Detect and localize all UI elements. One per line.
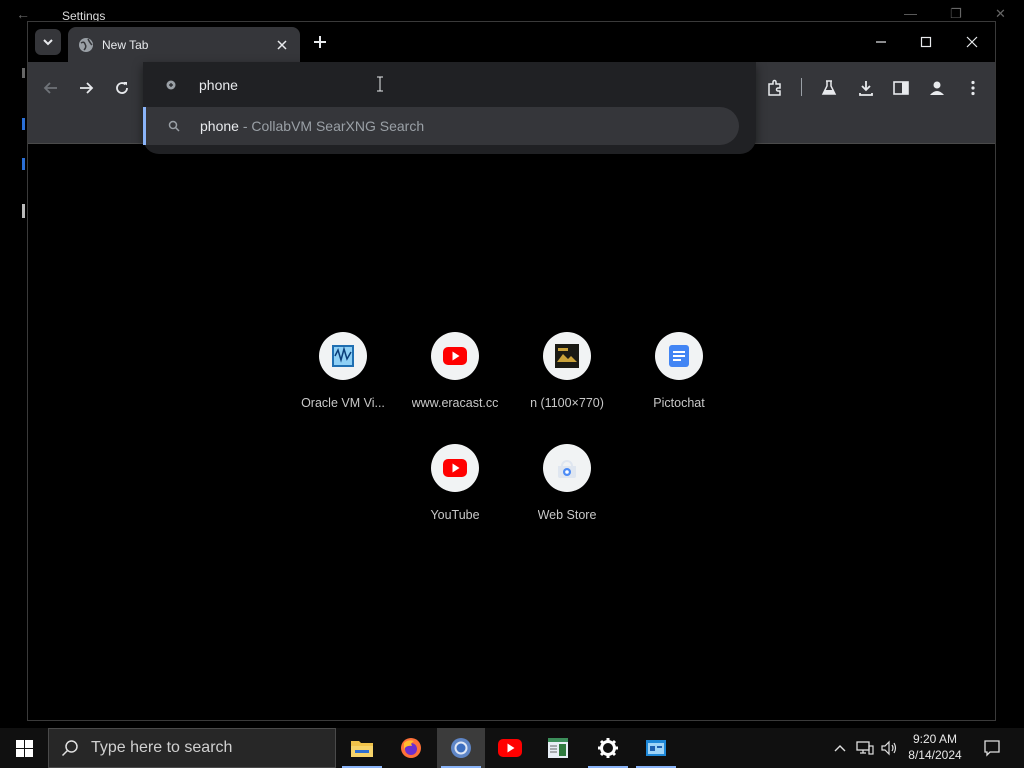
shortcut-label: Oracle VM Vi...	[301, 396, 385, 410]
desktop: ← Settings — ❐ ✕ New Tab Oracle VM Vi...…	[0, 0, 1024, 768]
omnibox-dropdown: phone phone - CollabVM SearXNG Search	[143, 62, 756, 154]
youtube-icon	[498, 739, 522, 757]
text-cursor-icon	[377, 76, 383, 92]
notification-icon	[984, 740, 1000, 757]
network-icon	[856, 741, 874, 755]
clock-time: 9:20 AM	[912, 732, 958, 746]
search-icon	[61, 740, 78, 757]
chevron-up-icon	[834, 745, 846, 752]
shortcut-tile[interactable]: Web Store	[511, 430, 623, 542]
search-placeholder: Type here to search	[91, 739, 233, 756]
minimize-icon[interactable]: —	[904, 6, 917, 21]
network-tray-button[interactable]	[853, 728, 877, 768]
suggestion-separator: -	[238, 118, 252, 134]
control-panel-icon	[646, 740, 666, 756]
back-arrow-icon[interactable]: ←	[16, 6, 30, 22]
shortcut-icon-circle	[431, 444, 479, 492]
firefox-icon	[401, 738, 421, 758]
taskbar-app-control-panel[interactable]	[632, 728, 680, 768]
taskbar-clock[interactable]: 9:20 AM 8/14/2024	[900, 731, 970, 763]
taskbar-app-youtube[interactable]	[486, 728, 534, 768]
shortcut-label: Web Store	[537, 508, 597, 522]
suggestion-term: phone	[200, 118, 239, 134]
omnibox-suggestion[interactable]: phone - CollabVM SearXNG Search	[143, 107, 739, 145]
taskbar-app-notepad[interactable]	[534, 728, 582, 768]
shortcut-tile[interactable]: n (1100×770)	[511, 318, 623, 430]
shortcut-label: n (1100×770)	[530, 396, 604, 410]
search-icon	[168, 120, 180, 132]
image-icon	[555, 344, 579, 368]
settings-link-fragment	[22, 158, 25, 170]
action-center-button[interactable]	[978, 728, 1006, 768]
taskbar-app-file-explorer[interactable]	[338, 728, 386, 768]
document-icon	[669, 345, 689, 367]
close-icon[interactable]: ✕	[995, 6, 1006, 22]
settings-text-fragment	[22, 68, 25, 78]
youtube-icon	[443, 459, 467, 477]
suggestion-engine: CollabVM SearXNG Search	[251, 118, 425, 134]
taskbar-search[interactable]: Type here to search	[48, 728, 336, 768]
shortcut-icon-circle	[655, 332, 703, 380]
taskbar-app-settings[interactable]	[584, 728, 632, 768]
volume-icon	[881, 740, 897, 756]
windows-icon	[15, 739, 33, 757]
shortcut-icon-circle	[543, 332, 591, 380]
taskbar-app-chrome[interactable]	[437, 728, 485, 768]
settings-text-fragment	[22, 204, 25, 218]
web-store-icon	[558, 460, 576, 478]
search-engine-icon	[166, 80, 176, 90]
shortcut-label: www.eracast.cc	[411, 396, 499, 410]
settings-icon	[598, 738, 618, 758]
shortcut-tile[interactable]: Pictochat	[623, 318, 735, 430]
notepad-icon	[548, 738, 568, 758]
taskbar: Type here to search 9:20 AM 8/14/2024	[0, 728, 1024, 768]
shortcut-icon-circle	[431, 332, 479, 380]
shortcut-label: Pictochat	[653, 396, 705, 410]
oracle-vm-icon	[332, 345, 354, 367]
shortcut-tile[interactable]: Oracle VM Vi...	[287, 318, 399, 430]
file-explorer-icon	[351, 741, 373, 757]
chrome-icon	[451, 738, 471, 758]
start-button[interactable]	[0, 728, 48, 768]
show-hidden-icons-button[interactable]	[830, 728, 850, 768]
suggestion-text: phone - CollabVM SearXNG Search	[200, 118, 424, 134]
shortcut-icon-circle	[543, 444, 591, 492]
settings-link-fragment	[22, 118, 25, 130]
shortcut-icon-circle	[319, 332, 367, 380]
browser-window: New Tab Oracle VM Vi... www.eracast.cc n…	[27, 21, 996, 721]
clock-date: 8/14/2024	[908, 748, 962, 762]
shortcut-tile[interactable]: www.eracast.cc	[399, 318, 511, 430]
restore-icon[interactable]: ❐	[950, 6, 962, 22]
shortcut-tile[interactable]: YouTube	[399, 430, 511, 542]
volume-tray-button[interactable]	[877, 728, 901, 768]
shortcut-label: YouTube	[430, 508, 480, 522]
youtube-icon	[443, 347, 467, 365]
taskbar-app-firefox[interactable]	[387, 728, 435, 768]
address-input[interactable]: phone	[199, 77, 238, 93]
address-bar[interactable]: phone	[143, 62, 756, 108]
